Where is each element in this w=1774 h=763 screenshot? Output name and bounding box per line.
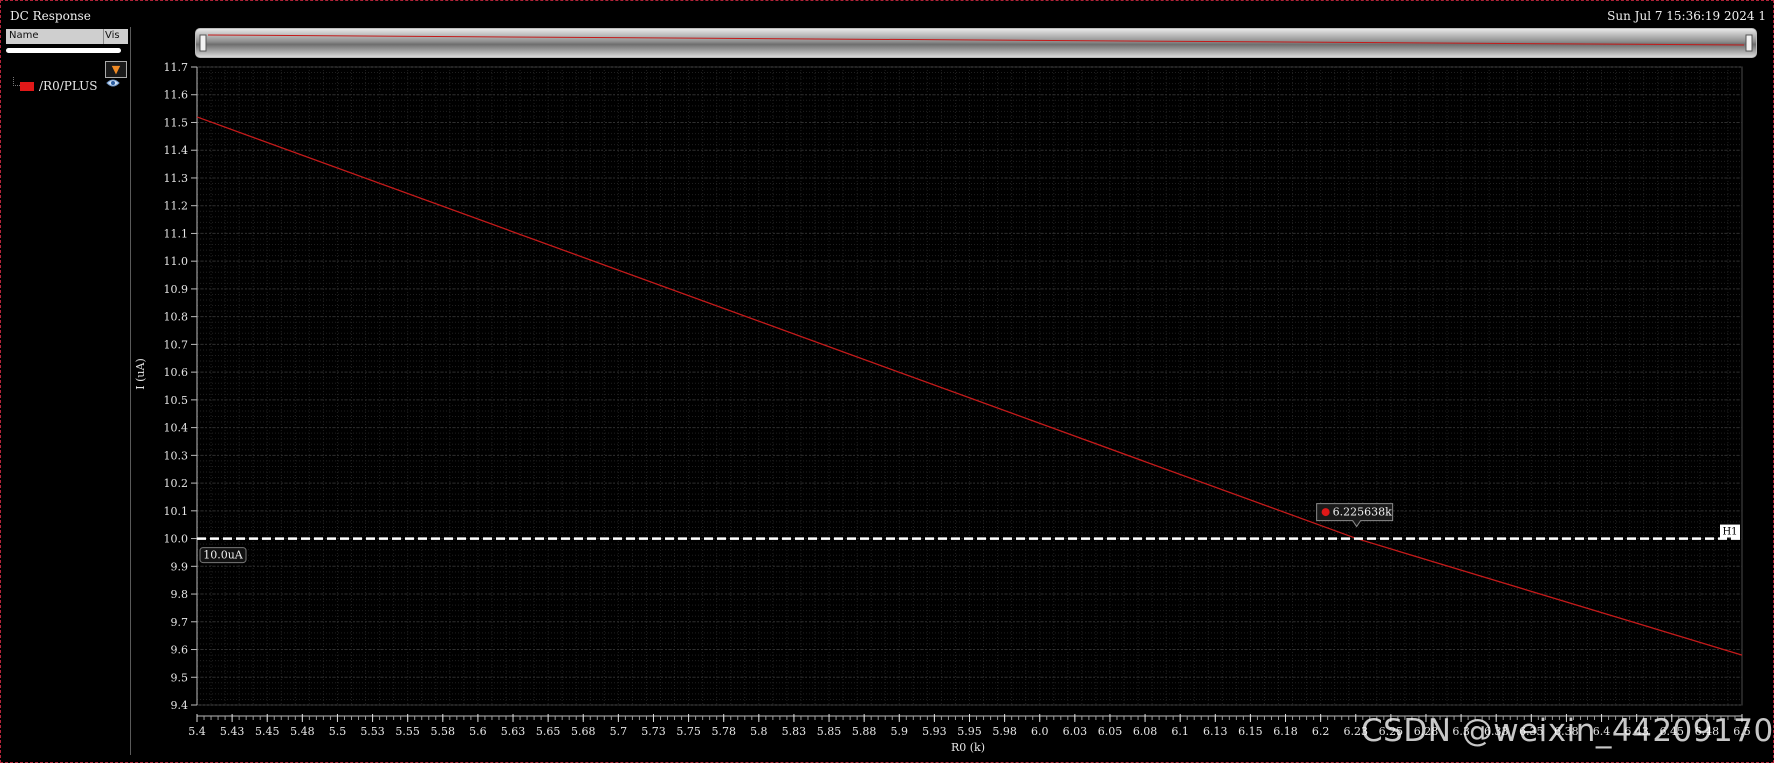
x-tick-label: 5.68 bbox=[571, 725, 596, 738]
x-tick-label: 5.7 bbox=[610, 725, 628, 738]
y-tick-label: 11.6 bbox=[164, 89, 189, 102]
x-tick-label: 5.6 bbox=[469, 725, 487, 738]
x-tick-label: 5.8 bbox=[750, 725, 768, 738]
y-tick-label: 11.4 bbox=[164, 144, 189, 157]
x-tick-label: 5.9 bbox=[891, 725, 909, 738]
x-tick-label: 5.4 bbox=[188, 725, 206, 738]
x-tick-label: 5.5 bbox=[329, 725, 347, 738]
x-tick-label: 5.58 bbox=[431, 725, 456, 738]
y-tick-label: 11.7 bbox=[164, 61, 189, 74]
intercept-label: 6.225638k bbox=[1333, 506, 1392, 519]
x-axis-label: R0 (k) bbox=[951, 741, 985, 754]
x-tick-label: 5.98 bbox=[992, 725, 1017, 738]
x-tick-label: 5.65 bbox=[536, 725, 561, 738]
y-tick-label: 10.5 bbox=[164, 394, 189, 407]
x-tick-label: 5.95 bbox=[957, 725, 982, 738]
y-tick-label: 10.9 bbox=[164, 283, 189, 296]
x-tick-label: 6.18 bbox=[1273, 725, 1298, 738]
y-tick-label: 10.4 bbox=[164, 422, 189, 435]
x-tick-label: 5.63 bbox=[501, 725, 526, 738]
y-tick-label: 11.1 bbox=[164, 227, 189, 240]
y-tick-label: 10.7 bbox=[164, 338, 189, 351]
x-tick-label: 5.48 bbox=[290, 725, 315, 738]
x-tick-label: 6.15 bbox=[1238, 725, 1263, 738]
y-axis-label: I (uA) bbox=[134, 358, 147, 389]
y-tick-label: 9.7 bbox=[171, 616, 189, 629]
y-tick-label: 9.8 bbox=[171, 588, 189, 601]
y-tick-label: 9.9 bbox=[171, 560, 189, 573]
y-tick-label: 9.4 bbox=[171, 699, 189, 712]
x-tick-label: 5.85 bbox=[817, 725, 842, 738]
y-tick-label: 10.1 bbox=[164, 505, 189, 518]
x-tick-label: 6.03 bbox=[1063, 725, 1088, 738]
x-tick-label: 5.45 bbox=[255, 725, 280, 738]
y-tick-label: 9.6 bbox=[171, 644, 189, 657]
grid bbox=[196, 66, 1743, 706]
y-tick-label: 11.3 bbox=[164, 172, 189, 185]
x-tick-label: 5.43 bbox=[220, 725, 245, 738]
y-tick-label: 10.8 bbox=[164, 311, 189, 324]
x-tick-label: 6.1 bbox=[1171, 725, 1189, 738]
x-tick-label: 6.2 bbox=[1312, 725, 1330, 738]
y-tick-label: 10.6 bbox=[164, 366, 189, 379]
x-tick-label: 6.13 bbox=[1203, 725, 1228, 738]
intercept-dot bbox=[1321, 508, 1330, 517]
x-tick-label: 5.93 bbox=[922, 725, 947, 738]
x-tick-label: 6.0 bbox=[1031, 725, 1049, 738]
marker-value-label: 10.0uA bbox=[203, 549, 244, 562]
x-tick-label: 5.73 bbox=[641, 725, 666, 738]
y-tick-label: 11.2 bbox=[164, 200, 189, 213]
y-tick-label: 10.0 bbox=[164, 533, 189, 546]
x-tick-label: 5.83 bbox=[782, 725, 807, 738]
x-tick-label: 6.08 bbox=[1133, 725, 1158, 738]
x-tick-label: 5.75 bbox=[676, 725, 701, 738]
x-tick-label: 5.78 bbox=[711, 725, 736, 738]
watermark: CSDN @weixin_44209170 bbox=[1361, 713, 1774, 749]
x-tick-label: 5.88 bbox=[852, 725, 877, 738]
chart-plot[interactable]: 9.4 9.5 9.6 9.7 9.8 9.9 10.0 10.1 10.2 10.3 10.4 10… bbox=[0, 0, 1774, 763]
x-tick-label: 5.55 bbox=[395, 725, 420, 738]
y-tick-label: 10.2 bbox=[164, 477, 189, 490]
y-tick-label: 11.5 bbox=[164, 116, 189, 129]
y-tick-label: 9.5 bbox=[171, 671, 189, 684]
x-tick-label: 5.53 bbox=[360, 725, 385, 738]
y-tick-label: 10.3 bbox=[164, 449, 189, 462]
x-tick-label: 6.05 bbox=[1098, 725, 1123, 738]
y-tick-label: 11.0 bbox=[164, 255, 189, 268]
marker-name-label: H1 bbox=[1722, 527, 1737, 538]
